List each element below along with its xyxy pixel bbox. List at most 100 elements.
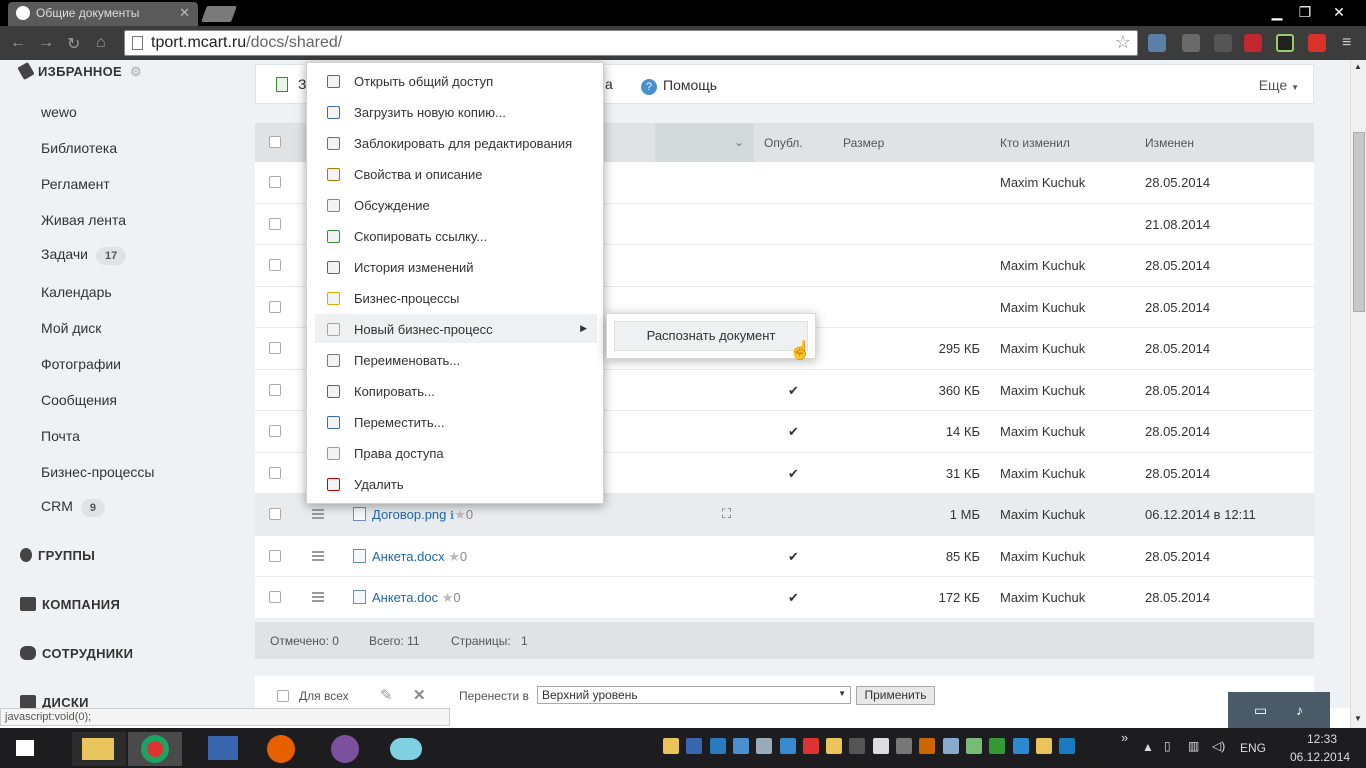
menu-item[interactable]: Переименовать... xyxy=(315,345,597,374)
quick-launch-icon[interactable] xyxy=(942,738,959,754)
chrome-app[interactable] xyxy=(128,732,182,766)
close-window-icon[interactable]: ✕ xyxy=(1326,2,1352,22)
scroll-up-icon[interactable]: ▲ xyxy=(1354,62,1362,71)
modified-by[interactable]: Maxim Kuchuk xyxy=(1000,507,1085,522)
delete-x-icon[interactable]: ✕ xyxy=(413,686,426,704)
bookmark-star-icon[interactable]: ☆ xyxy=(1115,32,1131,53)
quick-launch-icon[interactable] xyxy=(1035,738,1052,754)
scroll-down-icon[interactable]: ▼ xyxy=(1354,714,1362,723)
row-checkbox[interactable] xyxy=(269,383,281,396)
remote-app[interactable] xyxy=(196,732,250,766)
menu-item[interactable]: Свойства и описание xyxy=(315,159,597,188)
menu-item[interactable]: Удалить xyxy=(315,469,597,498)
action-fragment[interactable]: а xyxy=(605,76,613,92)
sidebar-item-feed[interactable]: Живая лента xyxy=(41,212,126,228)
home-icon[interactable]: ⌂ xyxy=(96,34,106,52)
clock-time[interactable]: 12:33 xyxy=(1307,732,1337,746)
volume-icon[interactable]: ◁) xyxy=(1212,739,1225,753)
modified-by[interactable]: Maxim Kuchuk xyxy=(1000,341,1085,356)
menu-item[interactable]: Загрузить новую копию... xyxy=(315,97,597,126)
pencil-icon[interactable]: ✎ xyxy=(380,686,393,704)
modified-by[interactable]: Maxim Kuchuk xyxy=(1000,300,1085,315)
row-checkbox[interactable] xyxy=(269,591,281,603)
quick-launch-icon[interactable] xyxy=(896,738,912,754)
language-indicator[interactable]: ENG xyxy=(1240,741,1266,755)
for-all-checkbox[interactable] xyxy=(277,690,289,702)
modified-by[interactable]: Maxim Kuchuk xyxy=(1000,383,1085,398)
name-column-sort[interactable]: ⌄ xyxy=(655,123,754,162)
quick-launch-icon[interactable] xyxy=(826,738,843,754)
row-menu-icon[interactable] xyxy=(312,592,324,602)
close-icon[interactable]: ✕ xyxy=(179,5,190,21)
sidebar-item-tasks[interactable]: Задачи 17 xyxy=(41,246,127,265)
row-checkbox[interactable] xyxy=(269,549,281,562)
quick-launch-icon[interactable] xyxy=(1059,738,1076,754)
select-all-checkbox[interactable] xyxy=(269,136,281,148)
menu-item[interactable]: Копировать... xyxy=(315,376,597,405)
row-checkbox[interactable] xyxy=(269,176,281,188)
forward-icon[interactable]: → xyxy=(38,34,54,52)
reload-icon[interactable]: ↻ xyxy=(67,34,80,54)
quick-launch-icon[interactable] xyxy=(849,738,866,754)
address-bar[interactable]: tport.mcart.ru/docs/shared/ ☆ xyxy=(124,30,1138,56)
scroll-thumb[interactable] xyxy=(1353,132,1365,312)
clock-date[interactable]: 06.12.2014 xyxy=(1290,750,1350,764)
row-checkbox[interactable] xyxy=(269,259,281,271)
file-name-link[interactable]: Анкета.doc xyxy=(372,590,438,605)
menu-item[interactable]: Бизнес-процессы xyxy=(315,283,597,312)
disks-header[interactable]: ДИСКИ xyxy=(20,695,89,708)
groups-header[interactable]: ГРУППЫ xyxy=(20,548,95,563)
sidebar-item-bizproc[interactable]: Бизнес-процессы xyxy=(41,464,154,480)
table-row[interactable]: Анкета.doc ★0 ✔ 172 КБ Maxim Kuchuk 28.05.20… xyxy=(255,577,1314,619)
col-size[interactable]: Размер xyxy=(843,136,884,150)
back-icon[interactable]: ← xyxy=(10,34,26,52)
row-checkbox[interactable] xyxy=(269,508,281,520)
tab-active[interactable]: Общие документы ✕ xyxy=(8,2,198,26)
new-tab-button[interactable] xyxy=(201,6,237,22)
file-name-link[interactable]: Договор.png xyxy=(372,507,446,522)
menu-item[interactable]: Открыть общий доступ xyxy=(315,66,597,95)
bell-icon[interactable]: ♪ xyxy=(1296,702,1303,718)
menu-item[interactable]: История изменений xyxy=(315,252,597,281)
tray-up-icon[interactable]: ▲ xyxy=(1142,740,1154,754)
quick-launch-icon[interactable] xyxy=(802,738,819,754)
sidebar-item-calendar[interactable]: Календарь xyxy=(41,284,112,300)
col-modified-by[interactable]: Кто изменил xyxy=(1000,136,1070,150)
help-button[interactable]: ? Помощь xyxy=(641,77,717,95)
sidebar-item-messages[interactable]: Сообщения xyxy=(41,392,117,408)
sidebar-item-regulations[interactable]: Регламент xyxy=(41,176,110,192)
menu-item[interactable]: Скопировать ссылку... xyxy=(315,221,597,250)
quick-launch-icon[interactable] xyxy=(989,738,1006,754)
modified-by[interactable]: Maxim Kuchuk xyxy=(1000,258,1085,273)
more-button[interactable]: Еще ▼ xyxy=(1259,77,1299,93)
modified-by[interactable]: Maxim Kuchuk xyxy=(1000,175,1085,190)
viber-app[interactable] xyxy=(318,732,372,766)
row-checkbox[interactable] xyxy=(269,217,281,230)
overflow-chevron[interactable]: » xyxy=(1121,730,1128,745)
sidebar-item-crm[interactable]: CRM 9 xyxy=(41,498,106,517)
submenu-item-recognize[interactable]: Распознать документ xyxy=(614,321,808,351)
quick-launch-icon[interactable] xyxy=(779,738,796,754)
row-menu-icon[interactable] xyxy=(312,550,324,561)
menu-item[interactable]: Новый бизнес-процесс ▶ xyxy=(315,314,597,343)
employees-header[interactable]: СОТРУДНИКИ xyxy=(20,646,133,661)
menu-item[interactable]: Переместить... xyxy=(315,407,597,436)
quick-launch-icon[interactable] xyxy=(872,738,889,754)
minimize-icon[interactable]: ▁ xyxy=(1264,2,1290,22)
sidebar-item-mail[interactable]: Почта xyxy=(41,428,80,444)
explorer-app[interactable] xyxy=(72,732,126,766)
apply-button[interactable]: Применить xyxy=(856,686,935,705)
network-icon[interactable]: ▥ xyxy=(1188,739,1199,753)
page-link[interactable]: 1 xyxy=(521,634,528,648)
quick-launch-icon[interactable] xyxy=(756,738,773,754)
sidebar-item-wewo[interactable]: wewo xyxy=(41,104,77,120)
extension-icon[interactable] xyxy=(1308,34,1326,52)
quick-launch-icon[interactable] xyxy=(732,738,749,754)
extension-icon[interactable] xyxy=(1182,34,1200,52)
table-row[interactable]: Анкета.docx ★0 ✔ 85 КБ Maxim Kuchuk 28.05.20… xyxy=(255,536,1314,577)
quick-launch-icon[interactable] xyxy=(663,738,679,754)
col-modified[interactable]: Изменен xyxy=(1145,136,1194,150)
row-checkbox[interactable] xyxy=(269,342,281,354)
vertical-scrollbar[interactable]: ▲ ▼ xyxy=(1350,60,1366,728)
row-checkbox[interactable] xyxy=(269,425,281,437)
